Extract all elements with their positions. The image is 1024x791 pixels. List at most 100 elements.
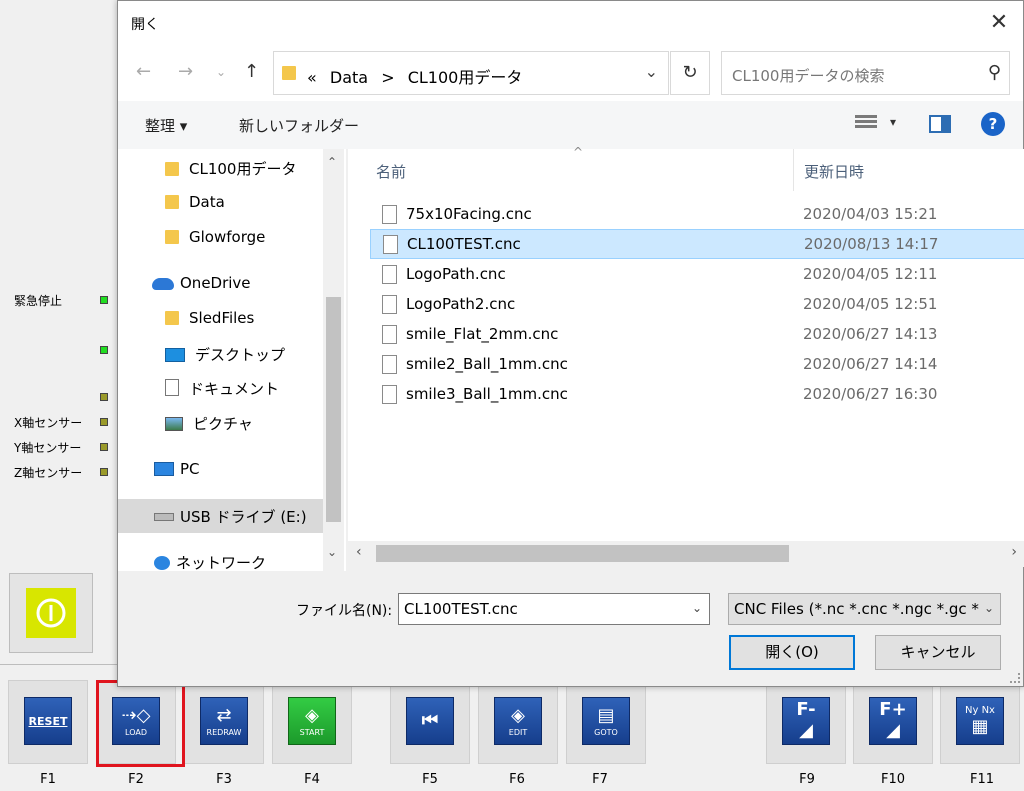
file-row[interactable]: smile_Flat_2mm.cnc 2020/06/27 14:13 bbox=[370, 320, 1024, 350]
feed-plus-icon: F+ ◢ bbox=[869, 697, 917, 745]
help-icon[interactable]: ? bbox=[981, 112, 1005, 136]
filename-label: ファイル名(N): bbox=[296, 603, 393, 619]
dialog-titlebar: 開く ✕ bbox=[118, 1, 1023, 45]
f5-label: F5 bbox=[422, 772, 438, 787]
chevron-down-icon[interactable]: ⌄ bbox=[984, 601, 994, 615]
file-icon bbox=[383, 235, 398, 254]
sidebar-item-sledfiles[interactable]: SledFiles bbox=[165, 309, 254, 327]
f4-label: F4 bbox=[304, 772, 320, 787]
filename-input[interactable]: CL100TEST.cnc bbox=[398, 593, 710, 625]
folder-icon bbox=[165, 311, 179, 325]
f7-goto-button[interactable]: ▤ GOTO bbox=[566, 680, 646, 764]
horizontal-scrollbar[interactable]: ‹ › bbox=[348, 541, 1024, 567]
breadcrumb: « Data > CL100用データ bbox=[307, 64, 530, 88]
scroll-down-icon[interactable]: ⌄ bbox=[327, 545, 337, 559]
document-icon bbox=[165, 379, 179, 396]
sidebar-item-pictures[interactable]: ピクチャ bbox=[165, 413, 253, 434]
file-row[interactable]: LogoPath2.cnc 2020/04/05 12:51 bbox=[370, 290, 1024, 320]
sidebar-item-pc[interactable]: PC bbox=[154, 460, 200, 478]
scroll-up-icon[interactable]: ⌃ bbox=[327, 155, 337, 169]
sidebar-item-network[interactable]: ネットワーク bbox=[154, 552, 266, 571]
cloud-icon bbox=[152, 278, 174, 290]
scrollbar-thumb[interactable] bbox=[326, 297, 341, 522]
f7-label: F7 bbox=[592, 772, 608, 787]
screen: 緊急停止 X軸センサー Y軸センサー Z軸センサー RESET F1 ⇢◇ LOA… bbox=[0, 0, 1024, 791]
search-input[interactable]: CL100用データの検索 ⚲ bbox=[721, 51, 1010, 95]
f9-feed-minus-button[interactable]: F- ◢ bbox=[766, 680, 846, 764]
pc-icon bbox=[154, 462, 174, 476]
status-led-indicator-2 bbox=[100, 393, 108, 401]
open-file-dialog: 開く ✕ ← → ⌄ ↑ « Data > CL100用データ ⌄ ↻ CL10… bbox=[117, 0, 1024, 687]
navigation-bar: ← → ⌄ ↑ « Data > CL100用データ ⌄ ↻ CL100用データ… bbox=[118, 45, 1023, 101]
file-icon bbox=[382, 205, 397, 224]
address-bar[interactable]: « Data > CL100用データ ⌄ bbox=[273, 51, 669, 95]
file-row-selected[interactable]: CL100TEST.cnc 2020/08/13 14:17 bbox=[370, 229, 1024, 259]
scrollbar-thumb[interactable] bbox=[376, 545, 789, 562]
breadcrumb-overflow[interactable]: « bbox=[307, 68, 317, 87]
file-icon bbox=[382, 325, 397, 344]
feed-minus-icon: F- ◢ bbox=[782, 697, 830, 745]
resize-grip-icon[interactable] bbox=[1010, 673, 1020, 683]
refresh-icon[interactable]: ↻ bbox=[670, 51, 710, 95]
f11-grid-button[interactable]: Ny Nx ▦ bbox=[940, 680, 1020, 764]
f6-edit-button[interactable]: ◈ EDIT bbox=[478, 680, 558, 764]
f3-redraw-button[interactable]: ⇄ REDRAW bbox=[184, 680, 264, 764]
picture-icon bbox=[165, 417, 183, 431]
file-icon bbox=[382, 295, 397, 314]
close-icon[interactable]: ✕ bbox=[985, 9, 1013, 37]
f2-label: F2 bbox=[128, 772, 144, 787]
open-button[interactable]: 開く(O) bbox=[729, 635, 855, 670]
column-divider[interactable] bbox=[793, 149, 794, 191]
sidebar-item-glowforge[interactable]: Glowforge bbox=[165, 228, 265, 246]
file-icon bbox=[382, 265, 397, 284]
forward-arrow-icon[interactable]: → bbox=[178, 61, 193, 82]
f9-label: F9 bbox=[799, 772, 815, 787]
sort-caret-icon: ^ bbox=[573, 145, 584, 159]
redraw-icon: ⇄ REDRAW bbox=[200, 697, 248, 745]
chevron-down-icon[interactable]: ⌄ bbox=[645, 62, 658, 81]
f10-feed-plus-button[interactable]: F+ ◢ bbox=[853, 680, 933, 764]
file-row[interactable]: 75x10Facing.cnc 2020/04/03 15:21 bbox=[370, 200, 1024, 230]
back-arrow-icon[interactable]: ← bbox=[136, 61, 151, 82]
f1-label: F1 bbox=[40, 772, 56, 787]
cancel-button[interactable]: キャンセル bbox=[875, 635, 1001, 670]
up-arrow-icon[interactable]: ↑ bbox=[244, 61, 259, 82]
organize-button[interactable]: 整理 ▾ bbox=[145, 115, 187, 136]
folder-icon bbox=[165, 162, 179, 176]
sidebar-item-cl100[interactable]: CL100用データ bbox=[165, 158, 296, 179]
folder-icon bbox=[282, 66, 296, 80]
power-icon bbox=[26, 588, 76, 638]
scroll-left-icon[interactable]: ‹ bbox=[356, 544, 362, 560]
emergency-led-indicator bbox=[100, 296, 108, 304]
search-icon: ⚲ bbox=[987, 62, 1001, 83]
breadcrumb-data[interactable]: Data bbox=[330, 68, 368, 87]
new-folder-button[interactable]: 新しいフォルダー bbox=[239, 115, 359, 136]
f4-start-button[interactable]: ◈ START bbox=[272, 680, 352, 764]
preview-pane-icon[interactable] bbox=[929, 115, 951, 133]
column-header-name[interactable]: 名前 bbox=[376, 161, 406, 182]
sidebar-scrollbar[interactable]: ⌃ ⌄ bbox=[323, 149, 344, 571]
sidebar-item-desktop[interactable]: デスクトップ bbox=[165, 344, 285, 365]
scroll-right-icon[interactable]: › bbox=[1011, 544, 1017, 560]
history-chevron-icon[interactable]: ⌄ bbox=[216, 65, 226, 79]
navigation-pane: CL100用データ Data Glowforge OneDrive SledFi… bbox=[118, 149, 346, 571]
file-row[interactable]: smile3_Ball_1mm.cnc 2020/06/27 16:30 bbox=[370, 380, 1024, 410]
sidebar-item-documents[interactable]: ドキュメント bbox=[165, 378, 279, 399]
f1-reset-button[interactable]: RESET bbox=[8, 680, 88, 764]
column-header-date[interactable]: 更新日時 bbox=[804, 161, 864, 182]
usb-drive-icon bbox=[154, 513, 174, 521]
sidebar-item-usb[interactable]: USB ドライブ (E:) bbox=[154, 506, 307, 527]
search-placeholder: CL100用データの検索 bbox=[732, 67, 885, 85]
file-row[interactable]: smile2_Ball_1mm.cnc 2020/06/27 14:14 bbox=[370, 350, 1024, 380]
breadcrumb-current[interactable]: CL100用データ bbox=[408, 68, 523, 87]
rewind-icon: ⏮ bbox=[406, 697, 454, 745]
chevron-down-icon[interactable]: ⌄ bbox=[692, 601, 702, 615]
filetype-select[interactable]: CNC Files (*.nc *.cnc *.ngc *.gc * bbox=[728, 593, 1001, 625]
view-caret-icon[interactable]: ▾ bbox=[890, 115, 896, 129]
file-row[interactable]: LogoPath.cnc 2020/04/05 12:11 bbox=[370, 260, 1024, 290]
sidebar-item-onedrive[interactable]: OneDrive bbox=[152, 274, 251, 292]
power-button[interactable] bbox=[9, 573, 93, 653]
sidebar-item-data[interactable]: Data bbox=[165, 193, 225, 211]
view-list-icon[interactable] bbox=[855, 113, 877, 133]
f5-rewind-button[interactable]: ⏮ bbox=[390, 680, 470, 764]
